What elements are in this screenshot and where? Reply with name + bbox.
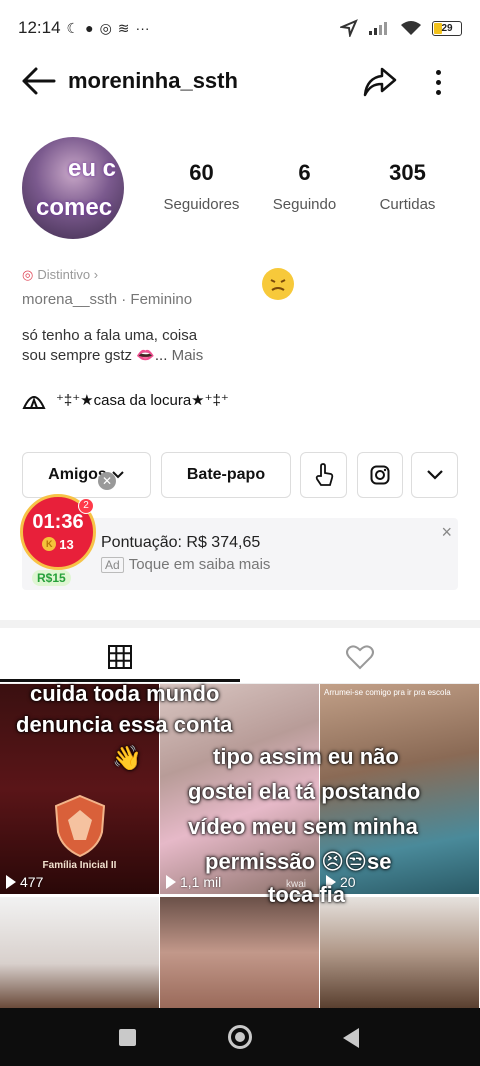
signal-icon	[369, 22, 387, 35]
stat-followers[interactable]: 60 Seguidores	[150, 160, 253, 213]
close-circle-icon[interactable]: ✕	[98, 472, 116, 490]
shield-icon	[54, 794, 106, 858]
profile-header: moreninha_ssth	[0, 56, 480, 106]
handle-text: morena__ssth	[22, 291, 118, 308]
overlay-text: tipo assim eu não	[213, 744, 399, 769]
system-nav-bar	[0, 1008, 480, 1066]
notification-badge: 2	[78, 498, 94, 514]
stat-label: Seguindo	[272, 196, 337, 213]
touch-button[interactable]	[300, 452, 347, 498]
play-icon	[6, 875, 16, 889]
bio: só tenho a fala uma, coisa sou sempre gs…	[22, 326, 203, 366]
back-icon[interactable]	[343, 1028, 359, 1048]
view-count: 477	[6, 874, 43, 890]
avatar-overlay-text: eu c	[68, 155, 117, 182]
link-text: ⁺‡⁺★casa da locura★⁺‡⁺	[56, 392, 229, 409]
video-caption: Arrumei-se comigo pra ir pra escola	[324, 688, 451, 697]
floating-emoji-icon: 😣	[262, 268, 294, 300]
tab-videos[interactable]	[0, 632, 240, 682]
timer-text: 01:36	[32, 511, 84, 533]
status-bar: 12:14 ☾ ● ◎ ≋ ··· 29	[0, 0, 480, 56]
stat-number: 305	[389, 160, 426, 185]
friends-button[interactable]: Amigos	[22, 452, 151, 498]
stat-label: Seguidores	[163, 196, 240, 213]
divider	[0, 620, 480, 628]
overlay-text: permissão 😣😒se	[205, 849, 392, 874]
stat-likes[interactable]: 305 Curtidas	[356, 160, 459, 213]
heart-icon	[346, 645, 374, 670]
handle-row: morena__ssth · Feminino	[22, 291, 193, 308]
tent-icon	[22, 396, 46, 409]
overlay-text: denuncia essa conta	[16, 712, 233, 737]
coin-icon: K	[42, 537, 57, 551]
close-icon[interactable]: ×	[441, 522, 452, 543]
badge-icon: ◎	[22, 267, 34, 282]
profile-stats: 60 Seguidores 6 Seguindo 305 Curtidas	[150, 160, 460, 213]
instagram-button[interactable]	[357, 452, 403, 498]
ad-tag: Ad	[101, 556, 124, 573]
stat-number: 60	[189, 160, 214, 185]
badge-link[interactable]: ◎ Distintivo ›	[22, 267, 98, 283]
ad-subtitle-row: Ad Toque em saiba mais	[101, 556, 270, 573]
grid-icon	[108, 645, 132, 669]
layers-icon: ≋	[117, 19, 130, 36]
bio-line: só tenho a fala uma, coisa	[22, 327, 198, 344]
recents-icon[interactable]	[119, 1029, 136, 1046]
location-arrow-icon	[340, 19, 358, 37]
gender-text: Feminino	[130, 291, 193, 308]
ad-title: Pontuação: R$ 374,65	[101, 534, 261, 551]
expand-button[interactable]	[411, 452, 458, 498]
play-icon	[166, 875, 176, 889]
video-thumb[interactable]	[160, 897, 319, 1008]
more-notifications-icon: ···	[135, 20, 150, 36]
video-thumb[interactable]	[320, 897, 479, 1008]
stat-number: 6	[298, 160, 311, 185]
bio-line: sou sempre gstz 👄...	[22, 347, 168, 364]
hand-pointer-icon	[315, 463, 333, 486]
overlay-text: cuida toda mundo	[30, 681, 220, 706]
avatar-overlay-text: comec	[36, 194, 113, 221]
page-title: moreninha_ssth	[68, 68, 238, 93]
wifi-icon	[401, 21, 421, 35]
chat-bubble-icon: ●	[85, 20, 94, 36]
overlay-emoji: 👋	[112, 745, 142, 772]
back-arrow-icon[interactable]	[20, 66, 58, 96]
instagram-icon: ◎	[99, 19, 112, 36]
chevron-down-icon	[426, 470, 443, 480]
avatar[interactable]: eu c comec	[22, 137, 124, 239]
battery-icon: 29	[432, 20, 462, 36]
overlay-text: gostei ela tá postando	[188, 779, 421, 804]
stat-following[interactable]: 6 Seguindo	[253, 160, 356, 213]
overlay-text: toca fia	[268, 882, 346, 907]
more-options-icon[interactable]	[428, 64, 448, 100]
home-icon[interactable]	[228, 1025, 252, 1049]
coin-count: K 13	[42, 537, 74, 552]
status-time: 12:14	[18, 18, 61, 37]
video-thumb[interactable]	[0, 897, 159, 1008]
stat-label: Curtidas	[379, 196, 436, 213]
instagram-icon	[370, 465, 390, 485]
moon-icon: ☾	[66, 19, 80, 36]
share-icon[interactable]	[362, 64, 398, 100]
tab-liked[interactable]	[240, 632, 480, 682]
reward-pill: R$15	[32, 570, 71, 586]
video-caption: Família Inicial II	[42, 860, 117, 871]
chat-button[interactable]: Bate-papo	[161, 452, 291, 498]
bio-more-link[interactable]: Mais	[172, 347, 204, 364]
link-row[interactable]: ⁺‡⁺★casa da locura★⁺‡⁺	[22, 390, 229, 410]
overlay-text: vídeo meu sem minha	[188, 814, 418, 839]
